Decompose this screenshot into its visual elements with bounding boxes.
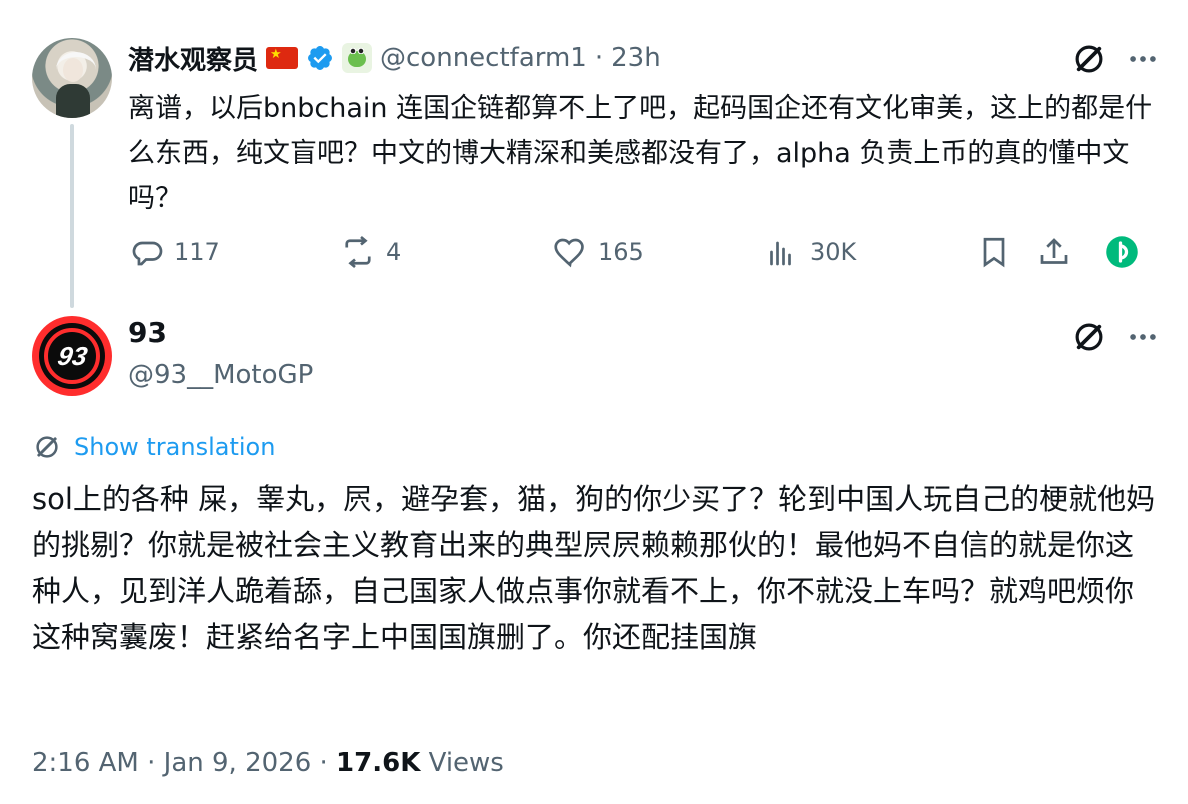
show-translation-link[interactable]: Show translation <box>32 432 275 462</box>
parent-display-name[interactable]: 潜水观察员 <box>128 40 258 77</box>
avatar-body <box>56 84 90 118</box>
green-app-icon <box>1104 234 1140 270</box>
grok-share-button[interactable] <box>1104 230 1140 274</box>
reply-display-name[interactable]: 93 <box>128 316 167 349</box>
reply-top-actions <box>1070 318 1160 356</box>
bookmark-button[interactable] <box>976 230 1012 274</box>
share-icon <box>1036 234 1072 270</box>
reply-button[interactable]: 117 <box>128 230 220 274</box>
show-translation-label: Show translation <box>74 433 276 461</box>
avatar-inner: 93 <box>39 323 105 389</box>
parent-top-actions <box>1070 40 1160 78</box>
separator-dot: · <box>594 43 604 73</box>
parent-header: 潜水观察员 @connectfarm1 · 23h <box>128 38 661 78</box>
bookmark-icon <box>976 234 1012 270</box>
parent-tweet-text: 离谱，以后bnbchain 连国企链都算不上了吧，起码国企还有文化审美，这上的都… <box>128 93 1153 214</box>
share-button[interactable] <box>1036 230 1072 274</box>
reply-views-count: 17.6K <box>336 748 421 778</box>
china-flag-icon <box>266 47 299 69</box>
reply-count: 117 <box>174 238 220 266</box>
avatar-number: 93 <box>54 340 90 371</box>
parent-handle[interactable]: @connectfarm1 <box>380 43 587 73</box>
views-button[interactable]: 30K <box>764 230 856 274</box>
reply-views-label: Views <box>428 748 504 778</box>
parent-avatar[interactable] <box>32 38 112 118</box>
reply-meta: 2:16 AM · Jan 9, 2026 · 17.6K Views <box>32 748 504 778</box>
more-icon[interactable] <box>1126 320 1160 354</box>
parent-action-bar: 117 4 165 30K <box>128 230 1158 274</box>
verified-badge-icon <box>306 44 334 72</box>
translate-icon <box>32 432 62 462</box>
like-button[interactable]: 165 <box>552 230 644 274</box>
frog-emoji-icon <box>342 43 373 73</box>
heart-icon <box>552 234 588 270</box>
tweet-page: 潜水观察员 @connectfarm1 · 23h 离谱，以 <box>0 0 1188 804</box>
view-count: 30K <box>810 238 857 266</box>
reply-avatar[interactable]: 93 <box>32 316 112 396</box>
reply-tweet-text: sol上的各种 屎，睾丸，屄，避孕套，猫，狗的你少买了？轮到中国人玩自己的梗就他… <box>32 482 1156 654</box>
more-icon[interactable] <box>1126 42 1160 76</box>
reply-icon <box>128 234 164 270</box>
grok-icon[interactable] <box>1070 40 1108 78</box>
thread-line <box>70 124 74 308</box>
repost-icon <box>340 234 376 270</box>
repost-count: 4 <box>386 238 402 266</box>
views-icon <box>764 234 800 270</box>
reply-handle[interactable]: @93__MotoGP <box>128 360 313 390</box>
like-count: 165 <box>598 238 644 266</box>
repost-button[interactable]: 4 <box>340 230 401 274</box>
parent-time[interactable]: 23h <box>611 43 661 73</box>
reply-timestamp[interactable]: 2:16 AM · Jan 9, 2026 · <box>32 748 336 778</box>
grok-icon[interactable] <box>1070 318 1108 356</box>
avatar-head <box>63 58 83 82</box>
